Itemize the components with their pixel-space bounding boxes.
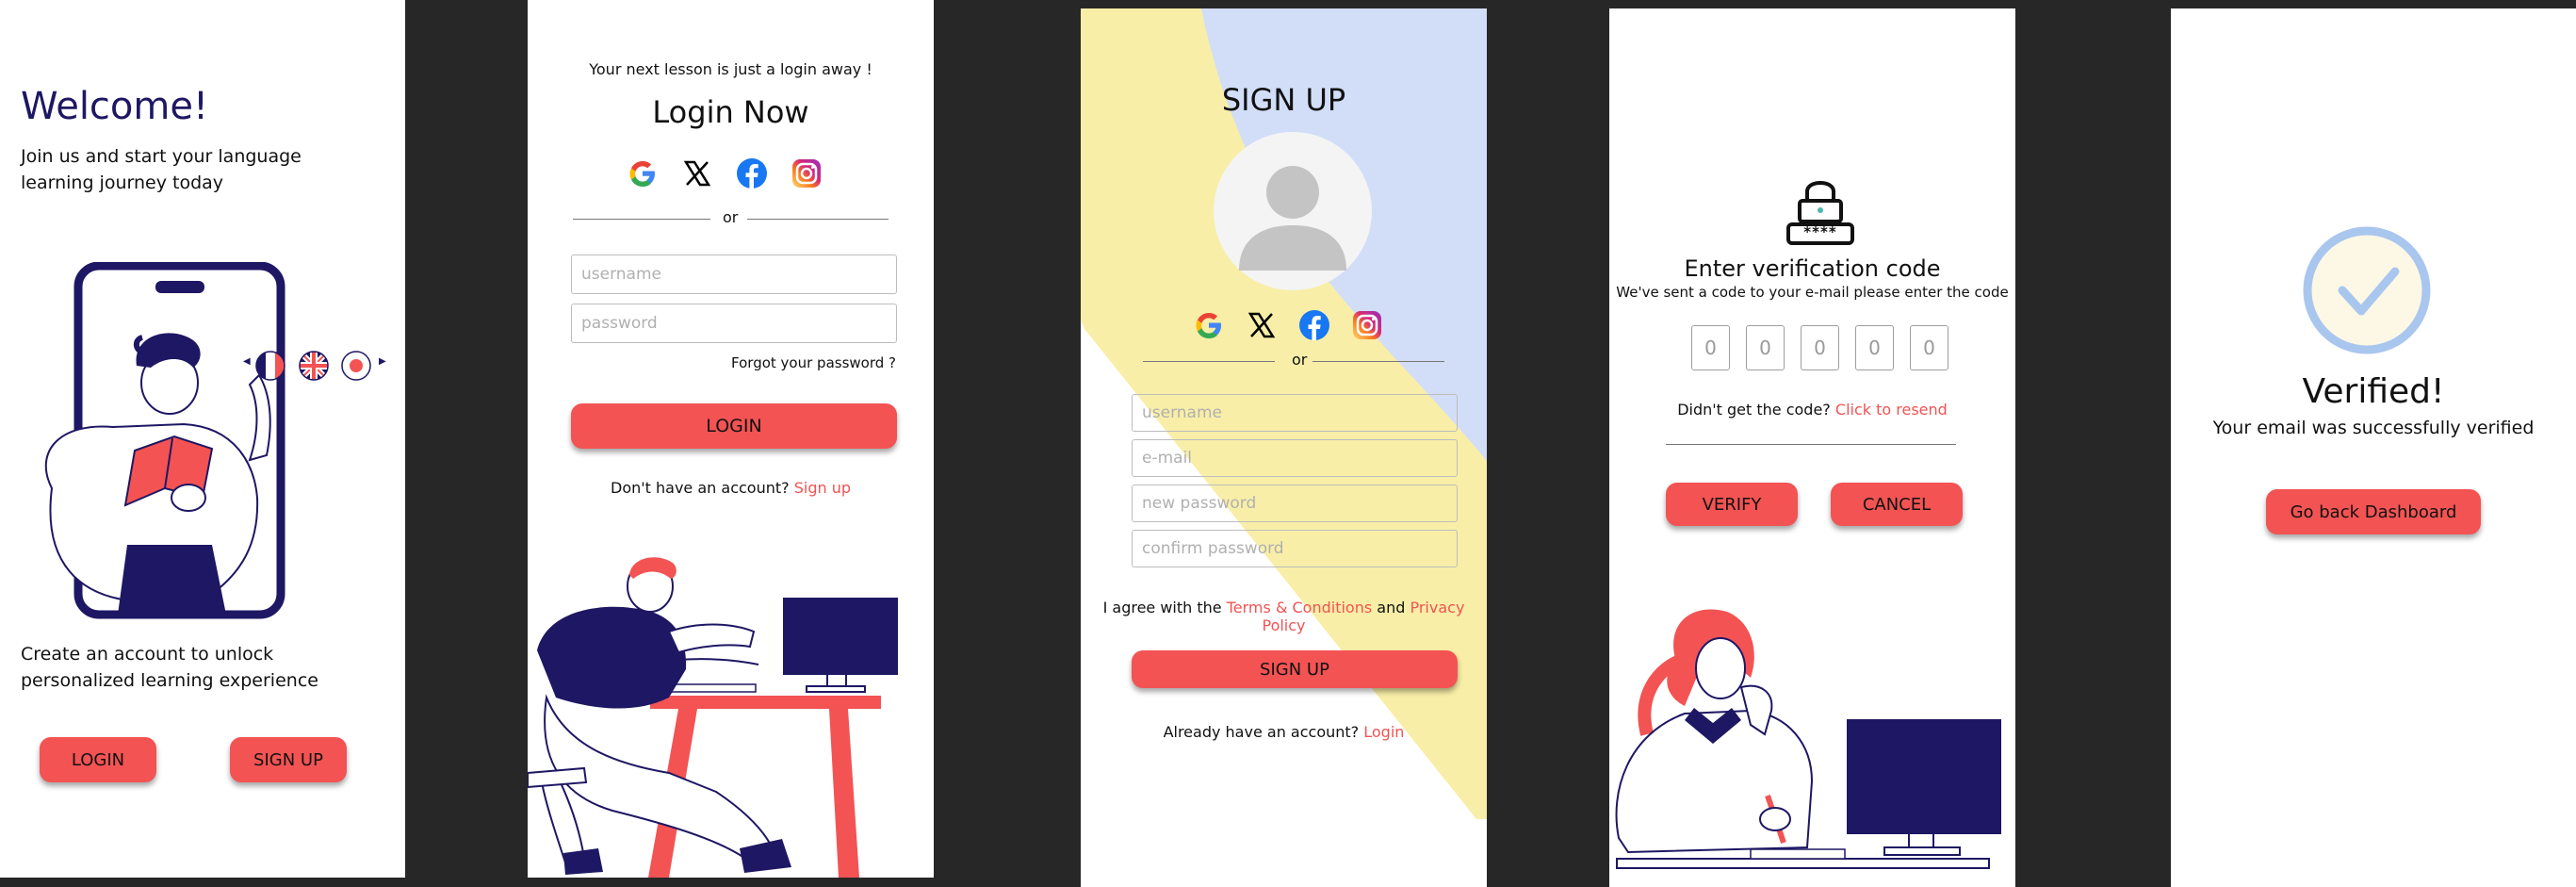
terms-link[interactable]: Terms & Conditions <box>1227 599 1372 616</box>
flag-france-icon[interactable] <box>255 351 285 381</box>
code-input-5[interactable]: 0 <box>1910 325 1948 370</box>
code-input-2[interactable]: 0 <box>1746 325 1785 370</box>
divider-right <box>1312 361 1444 362</box>
welcome-title: Welcome! <box>21 85 209 128</box>
flag-japan-icon[interactable] <box>341 351 371 381</box>
resend-prompt: Didn't get the code? Click to resend <box>1609 401 2015 419</box>
divider-right <box>747 219 889 220</box>
verified-subtitle: Your email was successfully verified <box>2212 418 2535 438</box>
login-tagline: Your next lesson is just a login away ! <box>589 60 872 78</box>
password-input[interactable] <box>571 304 897 343</box>
x-icon[interactable] <box>1245 308 1279 342</box>
verify-button[interactable]: VERIFY <box>1666 483 1798 526</box>
verified-screen: Verified! Your email was successfully ve… <box>2171 8 2576 887</box>
signup-button[interactable]: SIGN UP <box>230 737 347 782</box>
code-input-1[interactable]: 0 <box>1691 325 1730 370</box>
verify-title: Enter verification code <box>1684 255 1941 282</box>
and-text: and <box>1377 599 1406 616</box>
email-input[interactable] <box>1132 439 1458 477</box>
confirm-password-input[interactable] <box>1132 530 1458 567</box>
terms-agreement: I agree with the Terms & Conditions and … <box>1081 599 1487 634</box>
facebook-icon[interactable] <box>1297 308 1331 342</box>
no-account-text: Don't have an account? <box>611 479 790 497</box>
new-password-input[interactable] <box>1132 485 1458 522</box>
divider-or: or <box>723 208 739 226</box>
signup-title: SIGN UP <box>1221 82 1346 118</box>
forgot-password-link[interactable]: Forgot your password ? <box>731 354 896 371</box>
avatar-icon[interactable] <box>1213 131 1373 291</box>
verification-screen: **** Enter verification code We've sent … <box>1609 8 2015 887</box>
login-submit-button[interactable]: LOGIN <box>571 403 897 449</box>
google-icon[interactable] <box>626 156 660 190</box>
flag-next-arrow-icon[interactable]: ▶ <box>379 356 386 367</box>
x-icon[interactable] <box>680 156 714 190</box>
didnt-get-text: Didn't get the code? <box>1677 401 1831 419</box>
signup-screen: SIGN UP or I agree with the Terms & Cond… <box>1081 8 1487 887</box>
welcome-illustration <box>44 262 285 619</box>
signup-link[interactable]: Sign up <box>794 479 851 497</box>
instagram-icon[interactable] <box>790 156 823 190</box>
go-back-dashboard-button[interactable]: Go back Dashboard <box>2266 489 2481 534</box>
verify-illustration <box>1615 609 2001 869</box>
check-circle-icon <box>2303 226 2431 354</box>
resend-link[interactable]: Click to resend <box>1835 401 1948 419</box>
google-icon[interactable] <box>1192 308 1226 342</box>
login-prompt: Already have an account? Login <box>1081 723 1487 741</box>
username-input[interactable] <box>571 255 897 294</box>
cancel-button[interactable]: CANCEL <box>1831 483 1963 526</box>
have-account-text: Already have an account? <box>1163 723 1360 741</box>
instagram-icon[interactable] <box>1350 308 1384 342</box>
verify-subtitle: We've sent a code to your e-mail please … <box>1616 284 2009 301</box>
flag-prev-arrow-icon[interactable]: ◀ <box>243 356 251 367</box>
divider-left <box>1143 361 1275 362</box>
welcome-cta-text: Create an account to unlock personalized… <box>21 644 318 691</box>
verify-divider <box>1666 444 1956 445</box>
code-input-3[interactable]: 0 <box>1801 325 1839 370</box>
welcome-screen: Welcome! Join us and start your language… <box>0 0 405 878</box>
signup-prompt: Don't have an account? Sign up <box>528 479 934 497</box>
lock-code-text: **** <box>1803 223 1837 240</box>
login-illustration <box>528 557 898 878</box>
facebook-icon[interactable] <box>735 156 769 190</box>
divider-left <box>573 219 710 220</box>
login-title: Login Now <box>652 94 809 130</box>
login-button[interactable]: LOGIN <box>40 737 156 782</box>
code-input-4[interactable]: 0 <box>1855 325 1894 370</box>
verified-title: Verified! <box>2302 372 2445 411</box>
signup-submit-button[interactable]: SIGN UP <box>1132 650 1458 688</box>
login-link[interactable]: Login <box>1363 723 1404 741</box>
username-input[interactable] <box>1132 394 1458 432</box>
login-screen: Your next lesson is just a login away ! … <box>528 0 934 878</box>
agree-prefix: I agree with the <box>1102 599 1222 616</box>
flag-uk-icon[interactable] <box>299 351 329 381</box>
welcome-subtitle: Join us and start your language learning… <box>21 146 302 193</box>
divider-or: or <box>1292 351 1308 369</box>
